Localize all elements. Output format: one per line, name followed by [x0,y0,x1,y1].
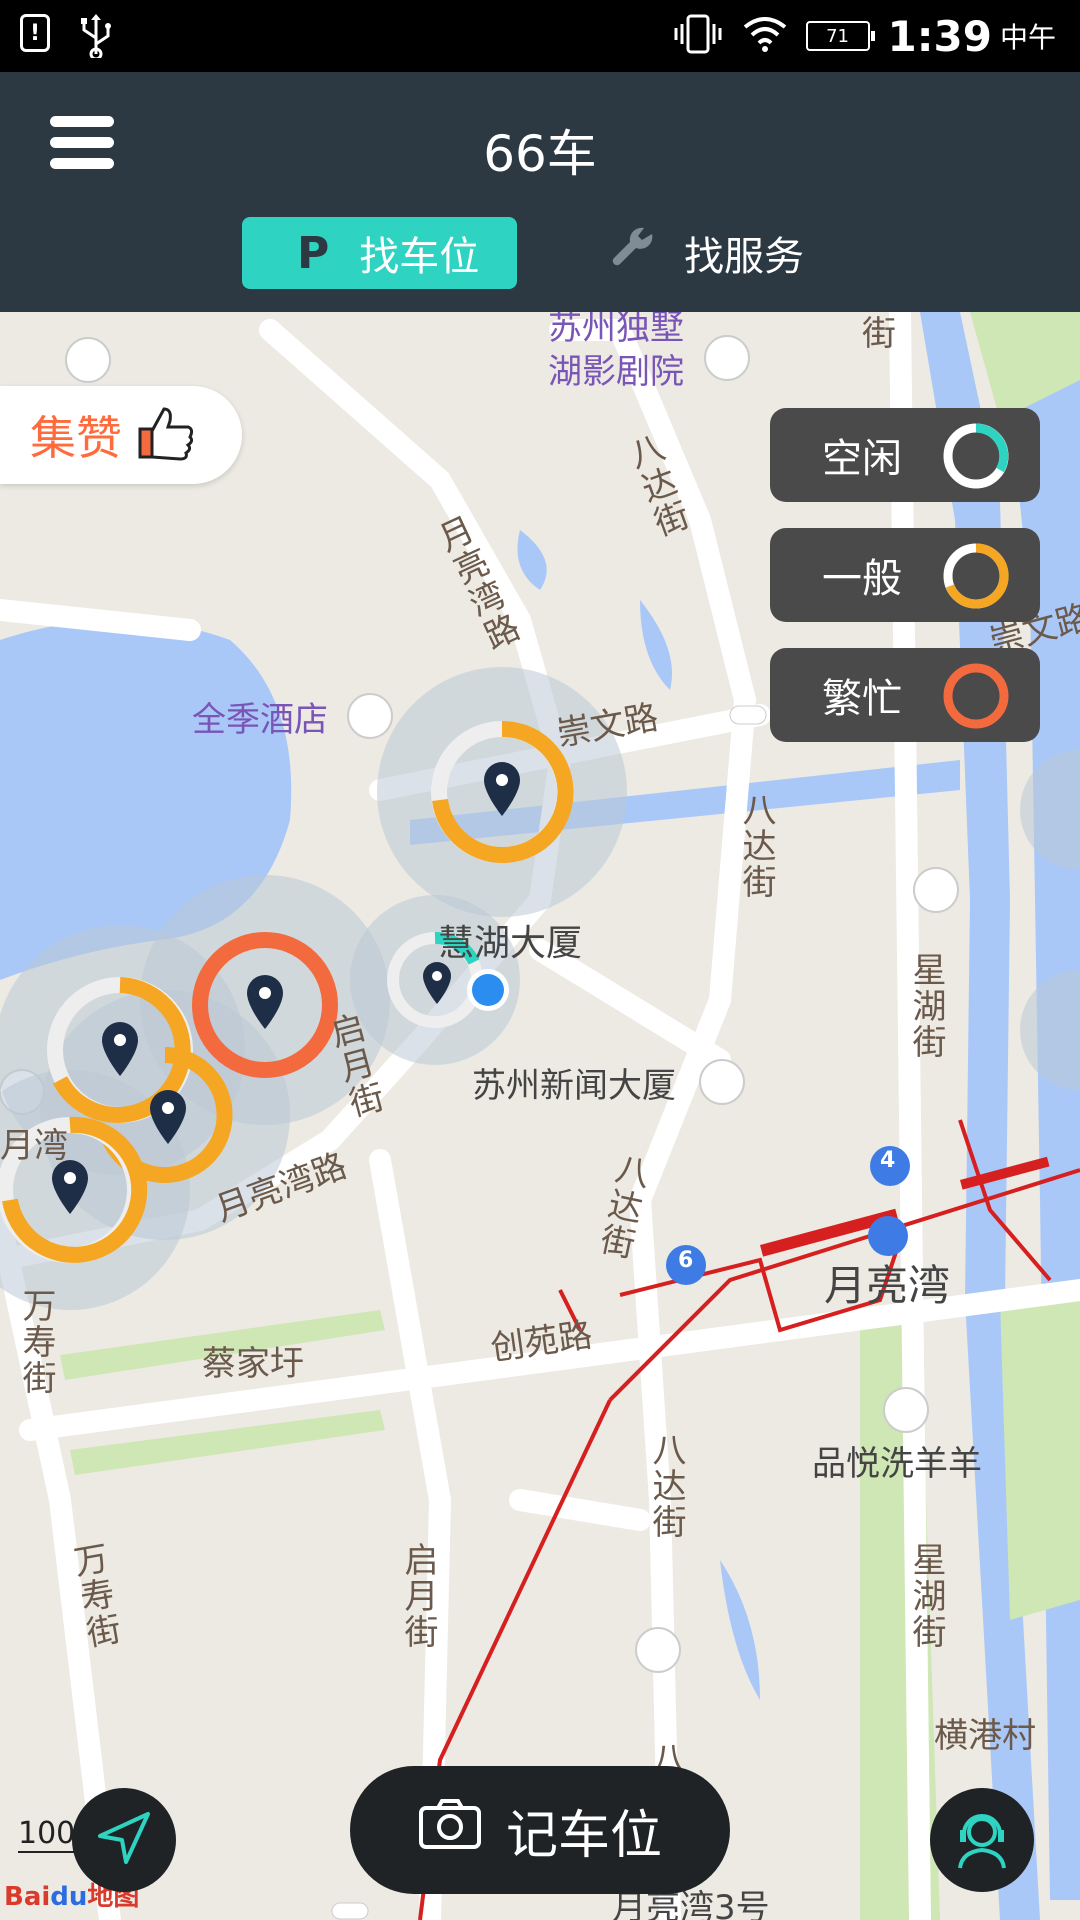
status-bar: ! 71 1:39 中午 [0,0,1080,72]
battery-icon: 71 [805,21,875,51]
map-label-qiyue-2: 启月街 [398,1542,438,1650]
normal-ring-icon [942,542,1010,620]
tab-find-parking[interactable]: P 找车位 [242,217,517,289]
metro-badge-6: 6 [678,1248,694,1273]
app-title: 66车 [483,125,597,183]
wifi-icon [742,15,788,57]
app-header: 66车 P 找车位 找服务 [0,72,1080,312]
metro-badge-4: 4 [880,1148,896,1173]
legend-normal-label: 一般 [822,556,902,602]
map-label-xinghu-2: 星湖街 [906,1542,946,1650]
thumbs-up-icon [136,405,196,465]
legend-busy-label: 繁忙 [822,676,902,722]
alert-icon: ! [20,14,50,52]
navigate-arrow-icon [94,1808,154,1872]
tab-find-service[interactable]: 找服务 [612,217,804,289]
map-label-bada-4: 八达街 [646,1432,686,1540]
map-label-theater: 苏州独墅 湖影剧院 [548,312,684,392]
map-label-pinyue: 品悦洗羊羊 [812,1444,982,1484]
map-label-jie-top: 街 [862,314,896,354]
headset-agent-icon [952,1806,1012,1874]
clock-period: 中午 [999,21,1056,54]
map-label-caijia: 蔡家圩 [202,1344,304,1384]
record-parking-button[interactable]: 记车位 [350,1766,730,1894]
legend-busy[interactable]: 繁忙 [770,648,1040,742]
map-scale: 100 [18,1816,78,1853]
legend-idle[interactable]: 空闲 [770,408,1040,502]
tab-find-parking-label: 找车位 [359,234,480,280]
customer-service-button[interactable] [930,1788,1034,1892]
map-label-hotel: 全季酒店 [192,700,328,740]
wrench-icon [612,226,656,280]
like-promo-label: 集赞 [30,411,122,465]
idle-ring-icon [942,422,1010,500]
clock-time: 1:39 [887,11,992,61]
usb-icon [76,14,116,62]
busy-ring-icon [942,662,1010,740]
map-label-xinghu-1: 星湖街 [906,952,946,1060]
map-label-wanshou-1: 万寿街 [16,1288,56,1396]
legend-idle-label: 空闲 [822,436,902,482]
map-label-yuewan-left: 月湾 [0,1126,68,1166]
map-label-yueliangwan: 月亮湾 [824,1261,951,1310]
like-promo-button[interactable]: 集赞 [0,386,242,484]
tab-find-service-label: 找服务 [684,234,804,280]
locate-button[interactable] [72,1788,176,1892]
parking-icon: P [297,227,330,279]
map-label-henggang: 横港村 [934,1716,1036,1756]
camera-icon [418,1798,482,1863]
map-label-bada-2: 八达街 [736,792,776,900]
vibrate-icon [672,14,724,58]
map-label-news: 苏州新闻大厦 [472,1066,676,1106]
map-label-huihu: 慧湖大厦 [438,923,583,964]
record-parking-label: 记车位 [505,1805,662,1866]
legend-normal[interactable]: 一般 [770,528,1040,622]
